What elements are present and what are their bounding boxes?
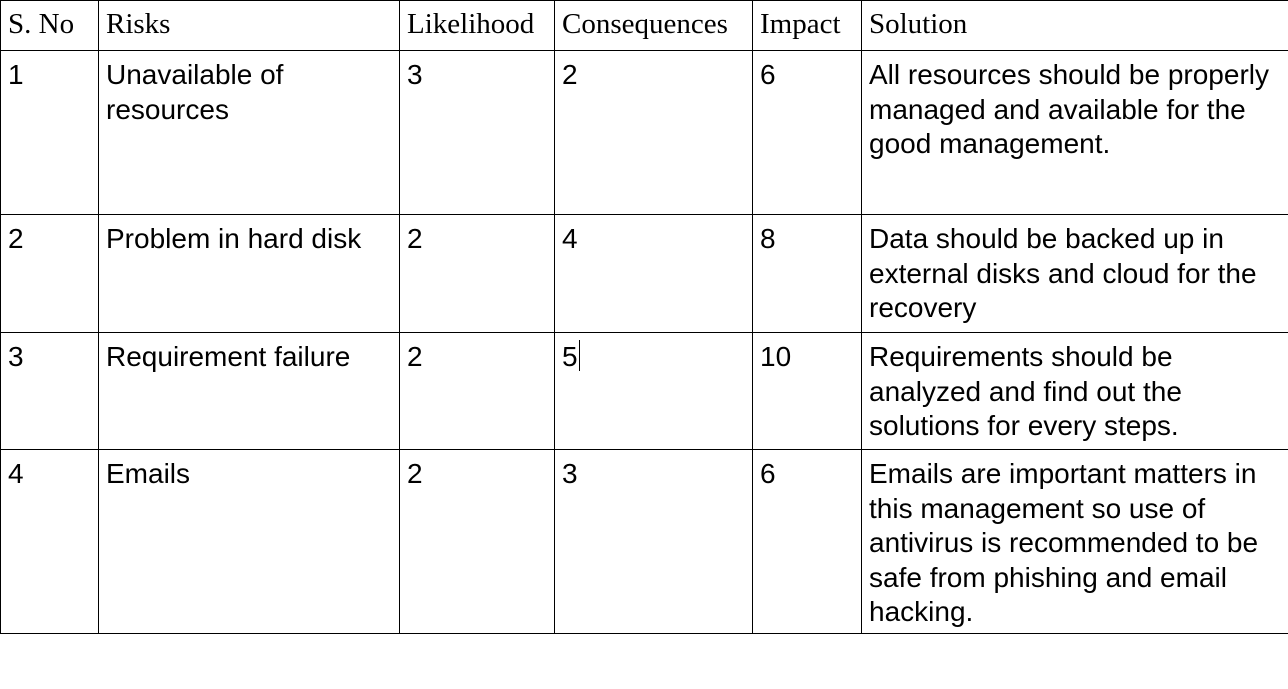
- table-header-row: S. No Risks Likelihood Consequences Impa…: [0, 0, 1288, 51]
- cell-solution[interactable]: All resources should be properly managed…: [861, 50, 1288, 215]
- cell-consequences[interactable]: 3: [554, 449, 753, 634]
- header-sno[interactable]: S. No: [0, 0, 99, 51]
- cell-solution[interactable]: Emails are important matters in this man…: [861, 449, 1288, 634]
- table-row: 4 Emails 2 3 6 Emails are important matt…: [0, 449, 1288, 634]
- cell-impact[interactable]: 10: [752, 332, 862, 450]
- cell-risk[interactable]: Emails: [98, 449, 400, 634]
- table-row: 1 Unavailable of resources 3 2 6 All res…: [0, 50, 1288, 215]
- cell-sno[interactable]: 4: [0, 449, 99, 634]
- cell-likelihood[interactable]: 2: [399, 332, 555, 450]
- table-row: 2 Problem in hard disk 2 4 8 Data should…: [0, 214, 1288, 333]
- table-row: 3 Requirement failure 2 5 10 Requirement…: [0, 332, 1288, 450]
- cell-solution[interactable]: Requirements should be analyzed and find…: [861, 332, 1288, 450]
- cell-risk[interactable]: Unavailable of resources: [98, 50, 400, 215]
- header-solution[interactable]: Solution: [861, 0, 1288, 51]
- cell-risk[interactable]: Requirement failure: [98, 332, 400, 450]
- text-cursor: [578, 340, 580, 371]
- header-impact[interactable]: Impact: [752, 0, 862, 51]
- cell-risk[interactable]: Problem in hard disk: [98, 214, 400, 333]
- header-likelihood[interactable]: Likelihood: [399, 0, 555, 51]
- cell-sno[interactable]: 1: [0, 50, 99, 215]
- cell-sno[interactable]: 3: [0, 332, 99, 450]
- cell-consequences-active[interactable]: 5: [554, 332, 753, 450]
- risk-table: S. No Risks Likelihood Consequences Impa…: [0, 0, 1288, 634]
- cell-impact[interactable]: 6: [752, 449, 862, 634]
- cell-consequences-value: 5: [562, 341, 578, 372]
- cell-impact[interactable]: 6: [752, 50, 862, 215]
- cell-sno[interactable]: 2: [0, 214, 99, 333]
- cell-consequences[interactable]: 2: [554, 50, 753, 215]
- cell-likelihood[interactable]: 2: [399, 214, 555, 333]
- cell-solution[interactable]: Data should be backed up in external dis…: [861, 214, 1288, 333]
- cell-impact[interactable]: 8: [752, 214, 862, 333]
- cell-likelihood[interactable]: 3: [399, 50, 555, 215]
- cell-likelihood[interactable]: 2: [399, 449, 555, 634]
- header-risks[interactable]: Risks: [98, 0, 400, 51]
- header-consequences[interactable]: Consequences: [554, 0, 753, 51]
- cell-consequences[interactable]: 4: [554, 214, 753, 333]
